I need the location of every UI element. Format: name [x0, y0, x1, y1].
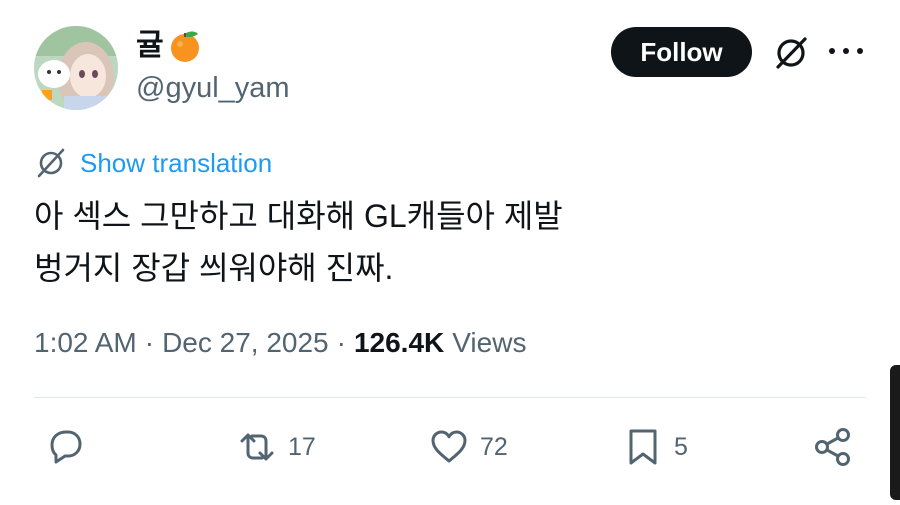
views-label: Views: [452, 327, 527, 358]
grok-translate-icon: [37, 148, 65, 178]
show-translation-link[interactable]: Show translation: [34, 144, 272, 182]
divider: [34, 397, 866, 398]
bookmark-icon: [629, 429, 657, 465]
display-name-row[interactable]: 귤: [136, 24, 290, 68]
like-button[interactable]: 72: [428, 424, 508, 470]
tweet-text: 아 섹스 그만하고 대화해 GL캐들아 제발 벙거지 장갑 씌워야해 진짜.: [34, 198, 563, 286]
share-button[interactable]: [812, 424, 854, 470]
anime-avatar-image: [34, 26, 118, 110]
tweet-header: 귤 @gyul_yam Follow: [34, 24, 874, 114]
author-names: 귤 @gyul_yam: [136, 24, 290, 106]
reply-button[interactable]: [44, 424, 86, 470]
bookmark-count: 5: [674, 432, 688, 461]
avatar[interactable]: [34, 26, 118, 110]
tweet-time[interactable]: 1:02 AM: [34, 327, 137, 359]
action-bar: 17 72 5: [44, 424, 864, 470]
show-translation-label[interactable]: Show translation: [80, 148, 272, 179]
bookmark-button[interactable]: 5: [622, 424, 688, 470]
grok-icon[interactable]: [772, 34, 810, 72]
meta-separator: ·: [336, 327, 346, 358]
scrollbar[interactable]: [890, 365, 900, 500]
share-icon: [815, 428, 850, 466]
retweet-count: 17: [288, 432, 316, 461]
follow-button[interactable]: Follow: [611, 27, 752, 77]
views-count: 126.4K: [353, 327, 445, 358]
more-dots-icon[interactable]: [829, 44, 863, 58]
retweet-button[interactable]: 17: [236, 424, 316, 470]
heart-icon: [431, 430, 467, 463]
retweet-icon: [240, 433, 274, 461]
tweet-meta: 1:02 AM · Dec 27, 2025 · 126.4K Views: [34, 322, 526, 364]
author-handle[interactable]: @gyul_yam: [136, 70, 290, 106]
display-name[interactable]: 귤: [136, 28, 164, 64]
orange-emoji-icon: [170, 31, 199, 62]
meta-separator: ·: [144, 327, 155, 358]
reply-icon: [50, 430, 82, 464]
like-count: 72: [480, 432, 508, 461]
tweet-date[interactable]: Dec 27, 2025: [162, 327, 329, 359]
